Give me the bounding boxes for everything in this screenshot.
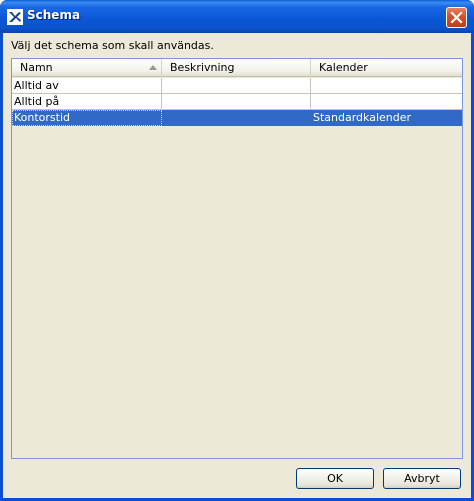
window-title: Schema: [27, 8, 81, 22]
dialog-body: Välj det schema som skall användas. Namn…: [3, 33, 471, 498]
cell-name: Alltid av: [12, 78, 162, 94]
column-header-kalender[interactable]: Kalender: [311, 59, 462, 77]
table-row[interactable]: Alltid av: [12, 78, 462, 94]
schema-dialog-window: Schema Välj det schema som skall använda…: [0, 0, 474, 501]
cell-calendar: [311, 78, 462, 94]
close-button[interactable]: [446, 7, 467, 28]
table-row-selected[interactable]: Kontorstid Standardkalender: [12, 110, 462, 126]
column-header-label: Beskrivning: [170, 61, 235, 74]
close-icon: [450, 11, 463, 24]
column-header-beskrivning[interactable]: Beskrivning: [162, 59, 311, 77]
table-header: Namn Beskrivning Kalender: [12, 59, 462, 77]
sort-ascending-icon: [149, 65, 157, 70]
cell-description: [162, 110, 311, 126]
cell-calendar: Standardkalender: [311, 110, 462, 126]
cell-description: [162, 94, 311, 110]
cancel-button[interactable]: Avbryt: [383, 468, 461, 489]
cell-calendar: [311, 94, 462, 110]
column-header-namn[interactable]: Namn: [12, 59, 162, 77]
app-icon: [7, 9, 23, 25]
title-bar[interactable]: Schema: [0, 0, 474, 33]
table-row[interactable]: Alltid på: [12, 94, 462, 110]
cell-description: [162, 78, 311, 94]
cell-name: Kontorstid: [12, 110, 162, 126]
column-header-label: Kalender: [319, 61, 368, 74]
instruction-text: Välj det schema som skall användas.: [11, 39, 214, 52]
schedule-table: Namn Beskrivning Kalender Alltid av Allt…: [11, 58, 463, 459]
column-header-label: Namn: [20, 61, 53, 74]
cell-name: Alltid på: [12, 94, 162, 110]
ok-button[interactable]: OK: [296, 468, 374, 489]
